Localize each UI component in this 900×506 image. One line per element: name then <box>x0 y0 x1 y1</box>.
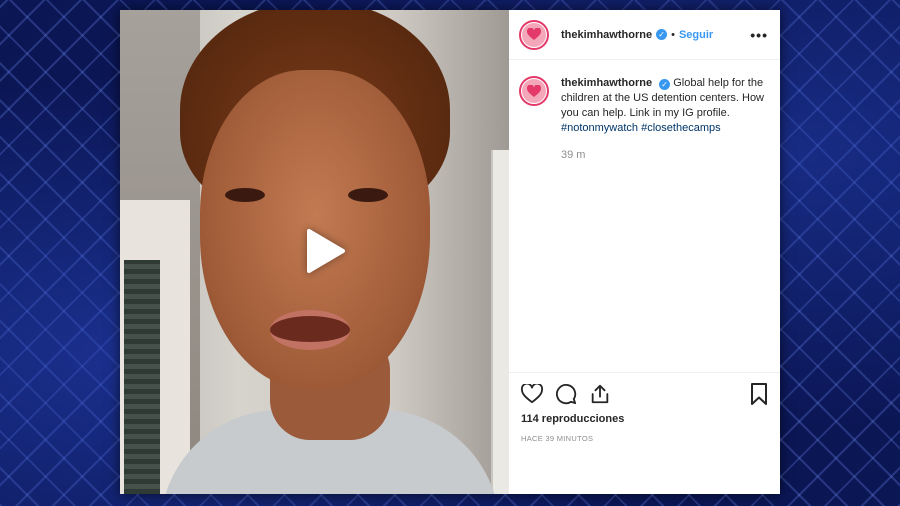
caption-body: thekimhawthorne ✓ Global help for the ch… <box>561 76 768 372</box>
instagram-post: thekimhawthorne ✓ • Seguir ••• thekimhaw… <box>120 10 780 494</box>
heart-icon[interactable] <box>521 384 543 404</box>
header-separator: • <box>671 28 675 41</box>
heart-logo-icon <box>522 79 546 103</box>
video-door <box>491 150 509 494</box>
comment-icon[interactable] <box>555 383 577 405</box>
hashtag-link[interactable]: #closethecamps <box>641 122 721 134</box>
play-icon[interactable] <box>294 222 352 280</box>
follow-button[interactable]: Seguir <box>679 29 713 41</box>
header-username[interactable]: thekimhawthorne <box>561 29 652 41</box>
action-icons <box>521 381 768 407</box>
verified-badge-icon: ✓ <box>656 29 668 40</box>
hashtag-link[interactable]: #notonmywatch <box>561 122 638 134</box>
more-options-icon[interactable]: ••• <box>750 27 768 43</box>
verified-badge-icon: ✓ <box>659 79 671 90</box>
action-bar: 114 reproducciones HACE 39 MINUTOS <box>509 372 780 494</box>
avatar[interactable] <box>519 19 549 50</box>
post-sidebar: thekimhawthorne ✓ • Seguir ••• thekimhaw… <box>509 10 780 494</box>
share-icon[interactable] <box>589 383 611 405</box>
caption-age: 39 m <box>561 149 586 161</box>
bookmark-icon[interactable] <box>750 383 768 405</box>
caption-text-block: thekimhawthorne ✓ Global help for the ch… <box>561 76 768 136</box>
view-count[interactable]: 114 reproducciones <box>521 413 768 425</box>
caption-username[interactable]: thekimhawthorne <box>561 77 652 89</box>
video-person-eye-left <box>225 188 265 202</box>
post-timestamp: HACE 39 MINUTOS <box>521 434 594 443</box>
video-person-mouth <box>270 310 350 350</box>
video-player[interactable] <box>120 10 509 494</box>
caption-avatar[interactable] <box>519 76 549 106</box>
caption-area: thekimhawthorne ✓ Global help for the ch… <box>509 60 780 372</box>
post-header: thekimhawthorne ✓ • Seguir ••• <box>509 10 780 60</box>
video-fireplace <box>124 260 160 494</box>
heart-logo-icon <box>522 22 546 47</box>
video-person-eye-right <box>348 188 388 202</box>
